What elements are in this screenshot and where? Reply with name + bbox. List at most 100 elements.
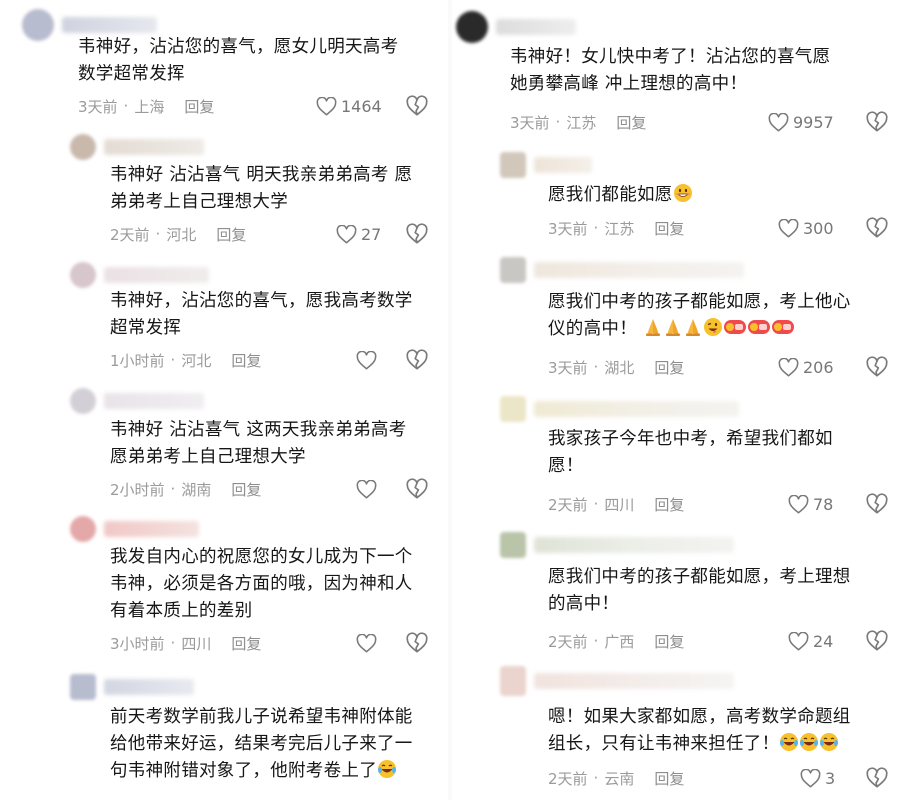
comment-location: 河北 <box>181 351 212 370</box>
reply-button[interactable]: 回复 <box>231 479 261 500</box>
broken-heart-icon[interactable] <box>406 349 428 371</box>
comment-author[interactable] <box>500 152 592 178</box>
broken-heart-icon[interactable] <box>866 217 888 239</box>
comment-column-right: 韦神好！女儿快中考了！沾沾您的喜气愿 她勇攀高峰 冲上理想的高中！ 3天前 · 江苏… <box>452 0 900 800</box>
comment-meta: 2天前 · 四川 回复 <box>548 494 685 515</box>
heart-outline-icon <box>778 358 799 377</box>
comment-author[interactable] <box>500 532 734 558</box>
reply-button[interactable]: 回复 <box>184 96 214 117</box>
username-blurred[interactable] <box>62 17 157 33</box>
broken-heart-icon[interactable] <box>866 767 888 789</box>
avatar[interactable] <box>22 9 54 41</box>
comment-meta: 3小时前 · 四川 回复 <box>110 633 262 654</box>
comment-author[interactable] <box>500 396 739 422</box>
broken-heart-icon[interactable] <box>866 493 888 515</box>
avatar[interactable] <box>500 532 526 558</box>
comment-meta: 2天前 · 广西 回复 <box>548 631 685 652</box>
username-blurred[interactable] <box>104 267 209 283</box>
reply-button[interactable]: 回复 <box>616 112 646 133</box>
comment-text-line: 给他带来好运，结果考完后儿子来了一 <box>110 734 413 754</box>
comment-author[interactable] <box>70 674 194 700</box>
like-count: 9957 <box>793 112 834 132</box>
comment-location: 四川 <box>181 634 212 653</box>
like-button[interactable]: 3 <box>800 767 835 789</box>
comment-meta: 3天前 · 江苏 回复 <box>548 218 685 239</box>
comment-text-line: 组长，只有让韦神来担任了！ <box>548 734 780 754</box>
comment-time: 2天前 <box>110 225 150 244</box>
like-button[interactable]: 1464 <box>316 95 382 117</box>
username-blurred[interactable] <box>534 537 734 553</box>
broken-heart-icon[interactable] <box>866 356 888 378</box>
comment-text-line: 超常发挥 <box>110 318 182 338</box>
avatar[interactable] <box>70 134 96 160</box>
comment-text-line: 愿我们中考的孩子都能如愿，考上理想 <box>548 567 851 587</box>
red-sticker-emoji <box>723 317 747 337</box>
avatar[interactable] <box>70 516 96 542</box>
red-sticker-emoji <box>747 317 771 337</box>
like-count: 1464 <box>341 96 382 116</box>
broken-heart-icon[interactable] <box>406 223 428 245</box>
avatar[interactable] <box>70 262 96 288</box>
like-button[interactable]: 9957 <box>768 111 834 133</box>
comment-author[interactable] <box>500 257 744 283</box>
like-button[interactable] <box>356 478 377 500</box>
comment-text-line: 韦神，必须是各方面的哦，因为神和人 <box>110 574 413 594</box>
comment-text: 愿我们中考的孩子都能如愿，考上理想 的高中！ <box>548 564 851 618</box>
comment-author[interactable] <box>70 134 204 160</box>
like-button[interactable] <box>356 349 377 371</box>
heart-outline-icon <box>356 480 377 499</box>
comment-text-line: 数学超常发挥 <box>78 64 185 84</box>
avatar[interactable] <box>70 388 96 414</box>
avatar[interactable] <box>500 396 526 422</box>
comment-author[interactable] <box>70 262 209 288</box>
heart-outline-icon <box>788 495 809 514</box>
avatar[interactable] <box>500 666 526 696</box>
broken-heart-icon[interactable] <box>866 111 888 133</box>
username-blurred[interactable] <box>534 157 592 173</box>
broken-heart-icon[interactable] <box>406 95 428 117</box>
avatar[interactable] <box>456 11 488 43</box>
comment-text-line: 句韦神附错对象了，他附考卷上了 <box>110 761 377 781</box>
username-blurred[interactable] <box>104 521 199 537</box>
avatar[interactable] <box>70 674 96 700</box>
like-button[interactable] <box>356 632 377 654</box>
comment-text-line: 韦神好，沾沾您的喜气，愿女儿明天高考 <box>78 37 399 57</box>
reply-button[interactable]: 回复 <box>231 633 261 654</box>
username-blurred[interactable] <box>534 401 739 417</box>
comment-author[interactable] <box>500 666 734 696</box>
reply-button[interactable]: 回复 <box>654 218 684 239</box>
like-button[interactable]: 27 <box>336 223 381 245</box>
like-button[interactable]: 300 <box>778 217 834 239</box>
username-blurred[interactable] <box>104 679 194 695</box>
comment-text: 韦神好 沾沾喜气 这两天我亲弟弟高考 愿弟弟考上自己理想大学 <box>110 417 407 471</box>
username-blurred[interactable] <box>534 262 744 278</box>
reply-button[interactable]: 回复 <box>654 768 684 789</box>
avatar[interactable] <box>500 152 526 178</box>
comment-location: 云南 <box>604 769 635 788</box>
comment-author[interactable] <box>456 11 576 43</box>
tears-of-joy-emoji <box>819 732 839 752</box>
username-blurred[interactable] <box>496 19 576 35</box>
comment-text-line: 有着本质上的差别 <box>110 601 253 621</box>
username-blurred[interactable] <box>104 139 204 155</box>
like-button[interactable]: 78 <box>788 493 833 515</box>
username-blurred[interactable] <box>534 673 734 689</box>
comment-author[interactable] <box>70 388 204 414</box>
comment-author[interactable] <box>70 516 199 542</box>
reply-button[interactable]: 回复 <box>216 224 246 245</box>
comment-time: 3天前 <box>510 113 550 132</box>
username-blurred[interactable] <box>104 393 204 409</box>
avatar[interactable] <box>500 257 526 283</box>
praying-hands-emoji <box>643 317 663 337</box>
like-button[interactable]: 24 <box>788 630 833 652</box>
reply-button[interactable]: 回复 <box>654 494 684 515</box>
comment-location: 四川 <box>604 495 635 514</box>
reply-button[interactable]: 回复 <box>654 357 684 378</box>
broken-heart-icon[interactable] <box>866 630 888 652</box>
like-button[interactable]: 206 <box>778 356 834 378</box>
reply-button[interactable]: 回复 <box>231 350 261 371</box>
reply-button[interactable]: 回复 <box>654 631 684 652</box>
broken-heart-icon[interactable] <box>406 632 428 654</box>
heart-outline-icon <box>336 225 357 244</box>
broken-heart-icon[interactable] <box>406 478 428 500</box>
